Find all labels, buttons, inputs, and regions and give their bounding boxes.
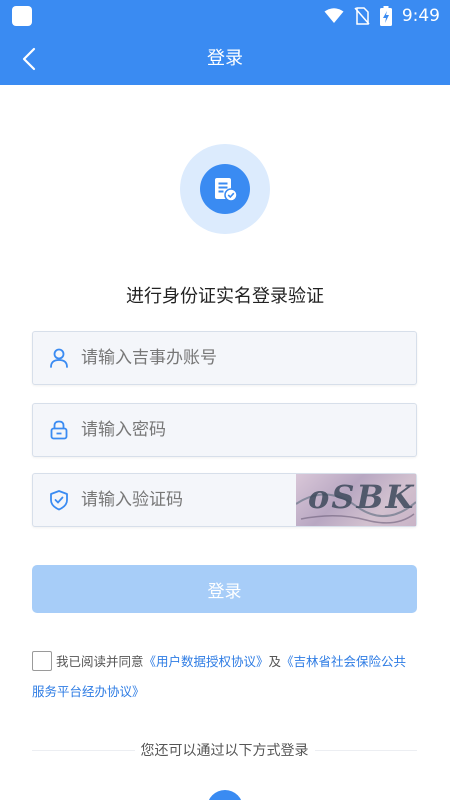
battery-charging-icon (379, 6, 392, 26)
page-title: 登录 (207, 48, 243, 69)
app-bar: 登录 (0, 32, 450, 85)
wifi-icon (324, 8, 344, 23)
captcha-image[interactable]: oSBK (296, 474, 416, 526)
agreement-text: 我已阅读并同意《用户数据授权协议》及《吉林省社会保险公共 (56, 648, 421, 676)
shield-check-icon (50, 490, 68, 511)
lock-icon (50, 420, 68, 440)
status-time: 9:49 (401, 6, 440, 26)
account-input[interactable] (81, 332, 321, 384)
user-data-agreement-link[interactable]: 《用户数据授权协议》 (144, 654, 269, 669)
user-icon (50, 348, 68, 368)
alt-login-icon[interactable] (207, 790, 243, 800)
verification-subtitle: 进行身份证实名登录验证 (126, 286, 324, 307)
agreement-line2: 服务平台经办协议》 (32, 678, 145, 706)
captcha-input[interactable] (81, 474, 321, 526)
app-notification-icon (12, 6, 32, 26)
alt-login-label: 您还可以通过以下方式登录 (134, 743, 315, 759)
agreement-conjunction: 及 (268, 654, 282, 669)
agreement-checkbox[interactable] (32, 651, 52, 671)
social-insurance-agreement-link-part2[interactable]: 服务平台经办协议》 (32, 684, 145, 699)
status-bar: 9:49 (0, 0, 450, 32)
login-button[interactable]: 登录 (32, 565, 417, 613)
captcha-field: oSBK (32, 473, 417, 527)
agreement-prefix: 我已阅读并同意 (56, 654, 144, 669)
social-insurance-agreement-link-part1[interactable]: 《吉林省社会保险公共 (281, 654, 406, 669)
hero-badge (180, 144, 270, 234)
password-field (32, 403, 417, 457)
verified-document-icon (215, 178, 238, 202)
captcha-text: oSBK (308, 478, 416, 516)
status-indicators: 9:49 (324, 4, 440, 28)
no-sim-icon (354, 7, 370, 25)
alt-login-section: 您还可以通过以下方式登录 (32, 740, 417, 764)
hero-badge-inner (200, 164, 250, 214)
account-field (32, 331, 417, 385)
password-input[interactable] (81, 404, 321, 456)
